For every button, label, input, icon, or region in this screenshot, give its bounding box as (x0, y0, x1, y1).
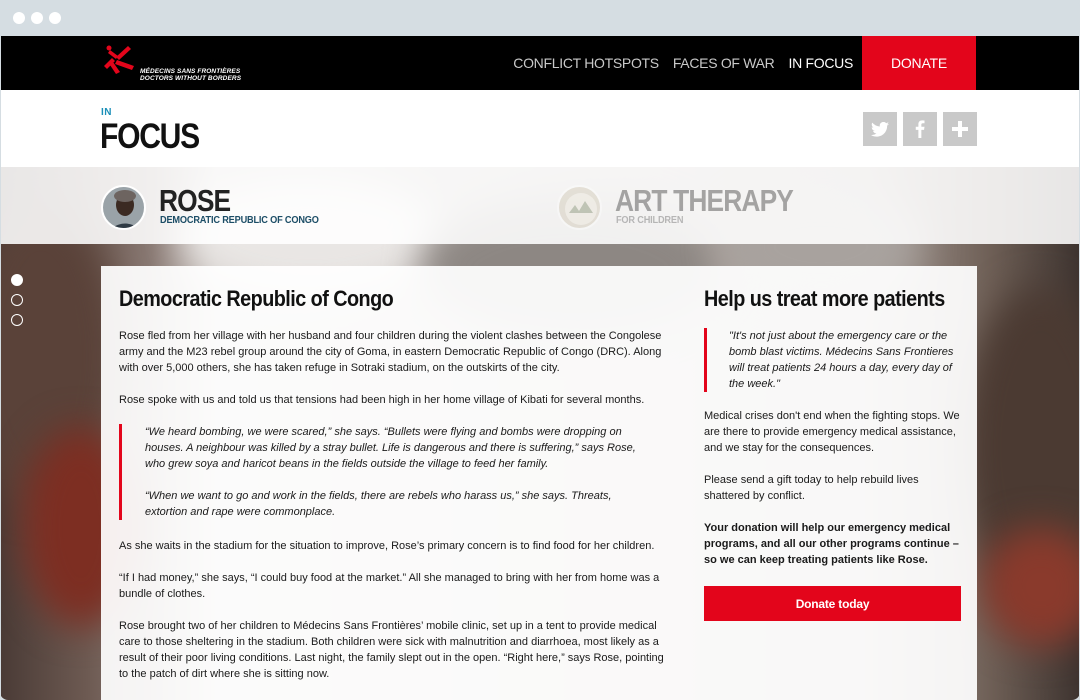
donate-nav-button[interactable]: DONATE (862, 36, 976, 90)
browser-window: MÉDECINS SANS FRONTIÈRES DOCTORS WITHOUT… (0, 0, 1080, 700)
facebook-icon (915, 120, 925, 138)
story-subtitle: FOR CHILDREN (616, 215, 684, 226)
twitter-share-button[interactable] (863, 112, 897, 146)
donation-paragraph: Please send a gift today to help rebuild… (704, 474, 919, 502)
plus-icon (952, 121, 968, 137)
page-viewport: MÉDECINS SANS FRONTIÈRES DOCTORS WITHOUT… (1, 36, 1079, 700)
article-paragraph: As she waits in the stadium for the situ… (119, 540, 655, 552)
article-heading: Democratic Republic of Congo (119, 286, 394, 311)
story-name: ART THERAPY (615, 183, 794, 218)
art-therapy-avatar (557, 185, 602, 230)
msf-logo[interactable]: MÉDECINS SANS FRONTIÈRES DOCTORS WITHOUT… (100, 44, 241, 82)
top-nav: MÉDECINS SANS FRONTIÈRES DOCTORS WITHOUT… (1, 36, 1079, 90)
browser-titlebar (0, 0, 1080, 36)
rose-avatar (101, 185, 146, 230)
article-paragraph: Rose spoke with us and told us that tens… (119, 394, 645, 406)
facebook-share-button[interactable] (903, 112, 937, 146)
nav-faces-of-war[interactable]: FACES OF WAR (673, 55, 775, 71)
section-header: IN FOCUS (1, 90, 1079, 167)
window-maximize-dot[interactable] (49, 12, 61, 24)
article-paragraph: “If I had money,” she says, “I could buy… (119, 572, 660, 600)
logo-text-en: DOCTORS WITHOUT BORDERS (140, 75, 242, 82)
article-paragraph: Rose brought two of her children to Méde… (119, 620, 664, 680)
story-name: ROSE (159, 183, 231, 218)
more-share-button[interactable] (943, 112, 977, 146)
story-selector: ROSE DEMOCRATIC REPUBLIC OF CONGO ART TH… (1, 167, 1079, 244)
article-paragraph: Rose fled from her village with her husb… (119, 330, 662, 374)
nav-in-focus[interactable]: IN FOCUS (789, 55, 854, 71)
donation-paragraph-bold: Your donation will help our emergency me… (704, 522, 959, 566)
msf-runner-icon (104, 45, 134, 74)
donation-paragraph: Medical crises don't end when the fighti… (704, 410, 960, 454)
donation-quote: "It's not just about the emergency care … (704, 328, 959, 392)
pager-dot-3[interactable] (11, 314, 23, 326)
nav-links: CONFLICT HOTSPOTS FACES OF WAR IN FOCUS (513, 36, 853, 90)
article-quote: “We heard bombing, we were scared,” she … (119, 424, 639, 520)
window-minimize-dot[interactable] (31, 12, 43, 24)
quote-paragraph: “When we want to go and work in the fiel… (145, 490, 612, 518)
page-title: FOCUS (100, 117, 200, 156)
pager-dot-1[interactable] (11, 274, 23, 286)
story-subtitle: DEMOCRATIC REPUBLIC OF CONGO (160, 215, 319, 226)
donate-today-button[interactable]: Donate today (704, 586, 961, 621)
window-close-dot[interactable] (13, 12, 25, 24)
quote-paragraph: “We heard bombing, we were scared,” she … (145, 426, 636, 470)
nav-conflict-hotspots[interactable]: CONFLICT HOTSPOTS (513, 55, 659, 71)
story-card: Democratic Republic of Congo Rose fled f… (101, 266, 977, 700)
twitter-icon (871, 121, 889, 137)
pager-dot-2[interactable] (11, 294, 23, 306)
logo-text-fr: MÉDECINS SANS FRONTIÈRES (140, 68, 241, 75)
donation-heading: Help us treat more patients (704, 286, 945, 311)
